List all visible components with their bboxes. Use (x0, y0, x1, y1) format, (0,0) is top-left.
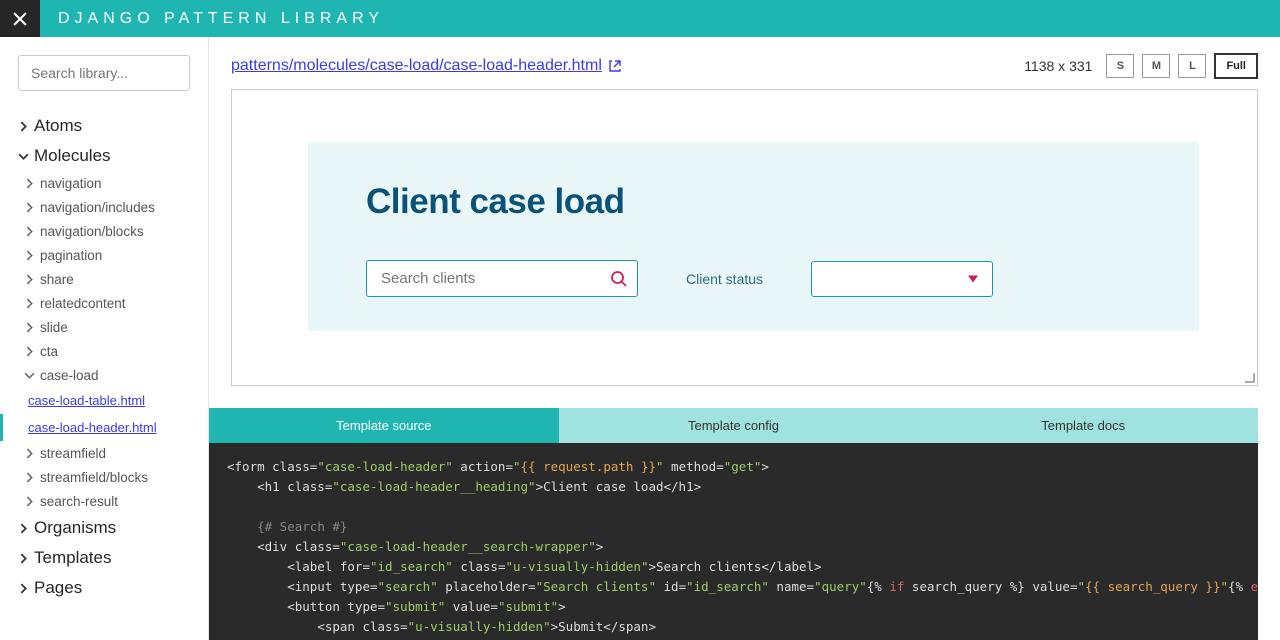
nav-case-load[interactable]: case-load (18, 363, 190, 387)
chevron-right-icon (24, 496, 35, 507)
nav-leaf-case-load-header[interactable]: case-load-header.html (18, 414, 190, 441)
nav-pages[interactable]: Pages (18, 573, 190, 603)
chevron-right-icon (24, 448, 35, 459)
nav-organisms[interactable]: Organisms (18, 513, 190, 543)
tab-template-docs[interactable]: Template docs (908, 408, 1258, 443)
dimensions-label: 1138 x 331 (1024, 58, 1092, 74)
nav-atoms[interactable]: Atoms (18, 111, 190, 141)
nav-slide[interactable]: slide (18, 315, 190, 339)
chevron-right-icon (24, 346, 35, 357)
chevron-right-icon (18, 121, 29, 132)
external-link-icon (608, 59, 622, 73)
tab-template-source[interactable]: Template source (209, 408, 559, 443)
template-source-code: <form class="case-load-header" action="{… (209, 443, 1258, 640)
search-icon[interactable] (610, 270, 628, 288)
nav-search-result[interactable]: search-result (18, 489, 190, 513)
nav-leaf-case-load-table[interactable]: case-load-table.html (18, 387, 190, 414)
nav-navigation[interactable]: navigation (18, 171, 190, 195)
chevron-right-icon (18, 553, 29, 564)
chevron-right-icon (24, 178, 35, 189)
resize-handle[interactable] (1243, 371, 1257, 385)
chevron-down-icon (24, 370, 35, 381)
size-full-button[interactable]: Full (1214, 53, 1258, 79)
size-controls: 1138 x 331 S M L Full (1024, 53, 1258, 79)
size-s-button[interactable]: S (1106, 54, 1134, 78)
preview-frame: Client case load Client status (231, 89, 1258, 386)
main-content: patterns/molecules/case-load/case-load-h… (209, 37, 1280, 640)
nav-relatedcontent[interactable]: relatedcontent (18, 291, 190, 315)
sidebar: Atoms Molecules navigation navigation/in… (0, 37, 209, 640)
app-title: DJANGO PATTERN LIBRARY (40, 10, 384, 28)
chevron-right-icon (24, 202, 35, 213)
chevron-right-icon (24, 226, 35, 237)
case-load-header: Client case load Client status (308, 142, 1199, 331)
tab-template-config[interactable]: Template config (559, 408, 909, 443)
nav-share[interactable]: share (18, 267, 190, 291)
client-status-label: Client status (686, 271, 763, 287)
chevron-down-icon (18, 151, 29, 162)
chevron-right-icon (24, 472, 35, 483)
chevron-right-icon (24, 322, 35, 333)
chevron-right-icon (24, 250, 35, 261)
top-bar: DJANGO PATTERN LIBRARY (0, 0, 1280, 37)
search-clients-input[interactable] (366, 260, 638, 297)
chevron-right-icon (24, 298, 35, 309)
size-m-button[interactable]: M (1142, 54, 1170, 78)
nav-pagination[interactable]: pagination (18, 243, 190, 267)
nav-molecules[interactable]: Molecules (18, 141, 190, 171)
nav-navigation-includes[interactable]: navigation/includes (18, 195, 190, 219)
chevron-right-icon (18, 583, 29, 594)
nav-navigation-blocks[interactable]: navigation/blocks (18, 219, 190, 243)
nav-cta[interactable]: cta (18, 339, 190, 363)
close-icon (12, 11, 28, 27)
chevron-right-icon (18, 523, 29, 534)
case-load-title: Client case load (366, 182, 1141, 222)
nav-templates[interactable]: Templates (18, 543, 190, 573)
nav-streamfield-blocks[interactable]: streamfield/blocks (18, 465, 190, 489)
close-button[interactable] (0, 0, 40, 37)
size-l-button[interactable]: L (1178, 54, 1206, 78)
search-clients-wrapper (366, 260, 638, 297)
template-path-link[interactable]: patterns/molecules/case-load/case-load-h… (231, 57, 622, 75)
chevron-right-icon (24, 274, 35, 285)
case-load-controls: Client status (366, 260, 1141, 297)
nav-streamfield[interactable]: streamfield (18, 441, 190, 465)
search-input[interactable] (18, 55, 190, 91)
tabs: Template source Template config Template… (209, 408, 1258, 443)
client-status-select[interactable] (811, 261, 993, 297)
